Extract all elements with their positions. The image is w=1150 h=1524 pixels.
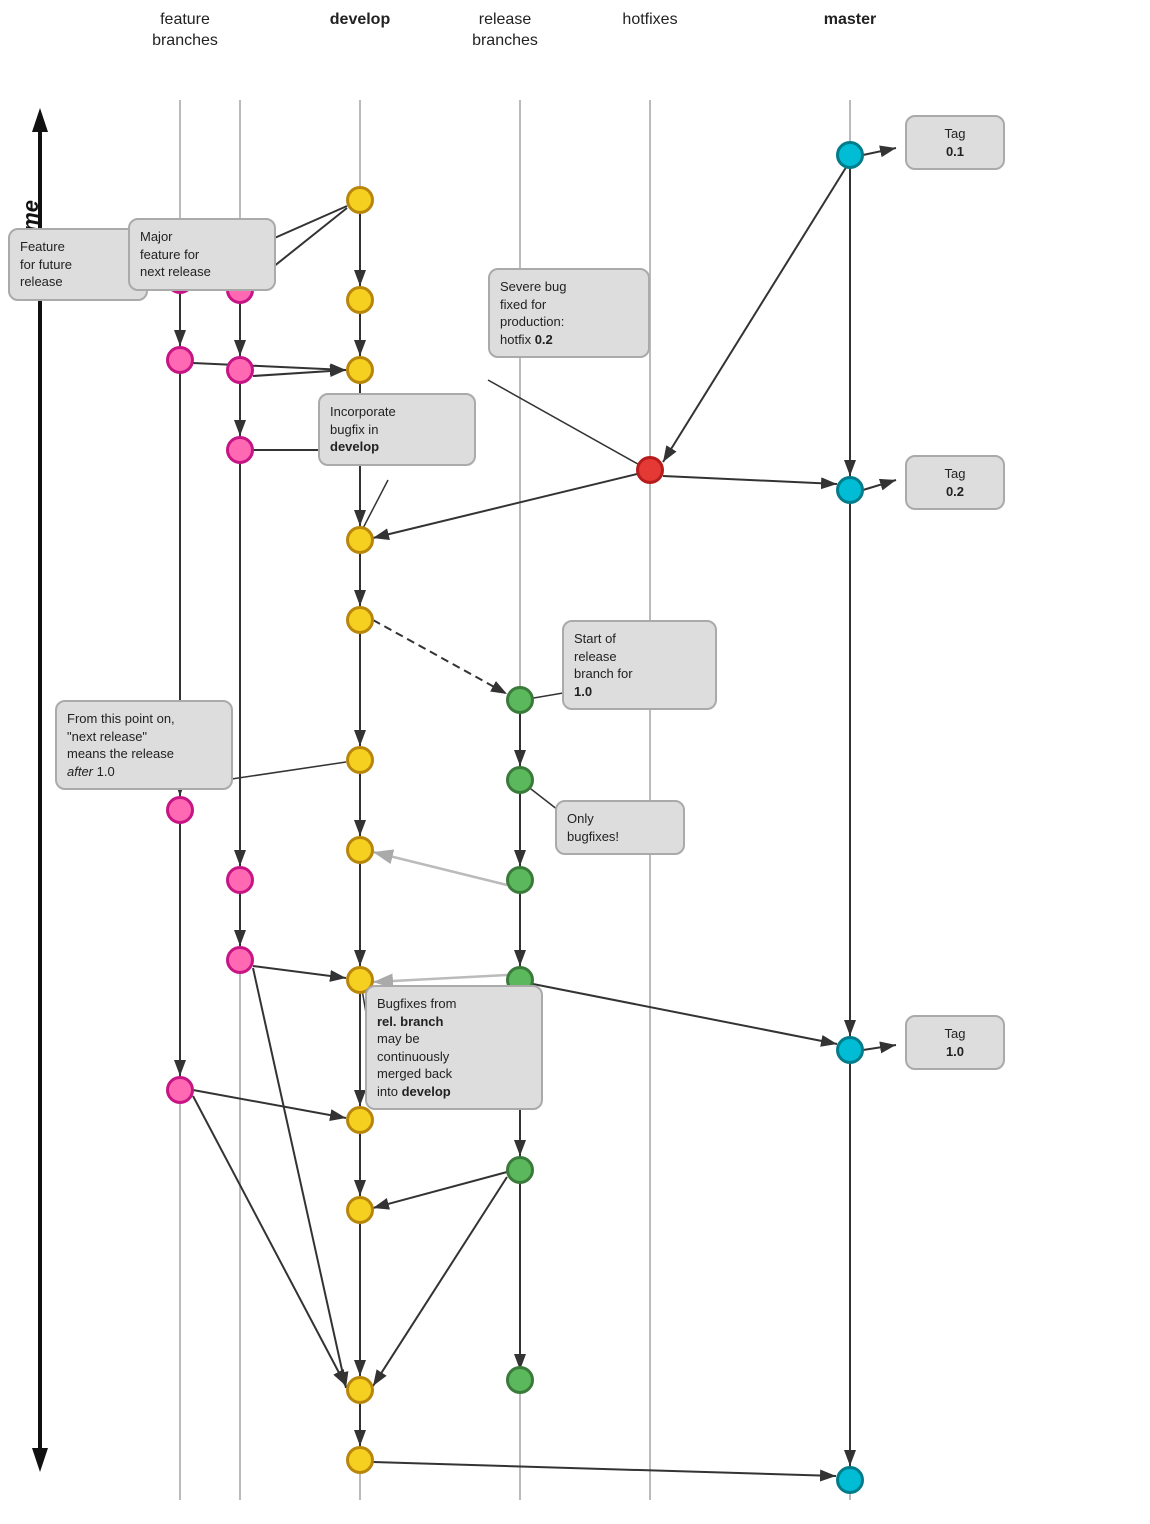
callout-bugfixes-from: Bugfixes fromrel. branchmay becontinuous… (365, 985, 543, 1110)
node-r2 (506, 766, 534, 794)
col-header-develop: develop (315, 10, 405, 31)
node-f1d (226, 866, 254, 894)
col-header-feature: featurebranches (130, 10, 240, 52)
node-r3 (506, 866, 534, 894)
tag-01: Tag0.1 (905, 115, 1005, 170)
node-d13 (346, 1446, 374, 1474)
node-f2c (226, 436, 254, 464)
node-d11 (346, 1196, 374, 1224)
col-header-release: releasebranches (450, 10, 560, 52)
node-m4 (836, 1466, 864, 1494)
tag-10: Tag1.0 (905, 1015, 1005, 1070)
diagram: Time featurebranches develop releasebran… (0, 0, 1150, 1524)
node-f2b (226, 356, 254, 384)
node-r5 (506, 1156, 534, 1184)
callout-start-release: Start ofreleasebranch for1.0 (562, 620, 717, 710)
node-hf1 (636, 456, 664, 484)
callout-major-feature: Majorfeature fornext release (128, 218, 276, 291)
node-f1c (166, 796, 194, 824)
node-m2 (836, 476, 864, 504)
tag-02: Tag0.2 (905, 455, 1005, 510)
node-r6 (506, 1366, 534, 1394)
node-d3 (346, 356, 374, 384)
node-d5 (346, 526, 374, 554)
callout-severe-bug: Severe bugfixed forproduction:hotfix 0.2 (488, 268, 650, 358)
node-d2 (346, 286, 374, 314)
node-m3 (836, 1036, 864, 1064)
node-d1 (346, 186, 374, 214)
col-header-master: master (810, 10, 890, 31)
node-d10 (346, 1106, 374, 1134)
callout-from-this-point: From this point on,"next release"means t… (55, 700, 233, 790)
node-d8 (346, 836, 374, 864)
col-header-hotfixes: hotfixes (605, 10, 695, 31)
callout-incorporate: Incorporatebugfix indevelop (318, 393, 476, 466)
node-f2d (226, 946, 254, 974)
node-f1e (166, 1076, 194, 1104)
node-d7 (346, 746, 374, 774)
node-d6 (346, 606, 374, 634)
node-f1b (166, 346, 194, 374)
node-d12 (346, 1376, 374, 1404)
callout-feature-future: Featurefor futurerelease (8, 228, 148, 301)
node-m1 (836, 141, 864, 169)
callout-only-bugfixes: Onlybugfixes! (555, 800, 685, 855)
node-r1 (506, 686, 534, 714)
